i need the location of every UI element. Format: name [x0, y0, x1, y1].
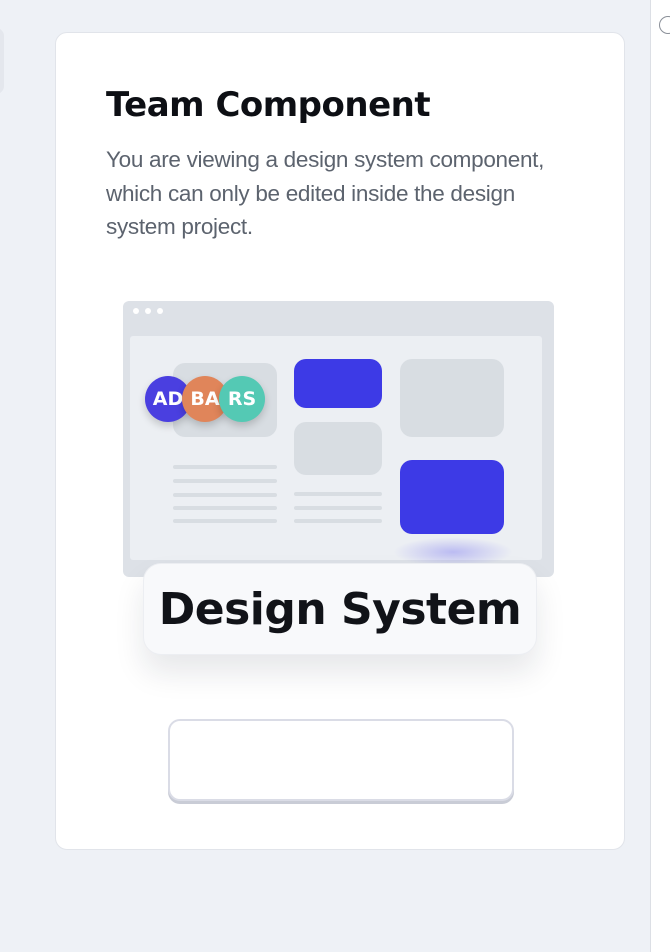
text-line-graphic: [294, 506, 382, 510]
avatar: RS: [219, 376, 265, 422]
text-line-graphic: [173, 506, 277, 510]
window-dot: [157, 308, 163, 314]
window-dot: [133, 308, 139, 314]
text-line-graphic: [173, 479, 277, 483]
browser-viewport-graphic: [130, 336, 542, 560]
dialog-title: Team Component: [106, 85, 431, 125]
browser-window-graphic: [123, 301, 554, 577]
highlight-block: [294, 359, 382, 408]
side-panel: [650, 0, 670, 952]
design-system-illustration: AD BA RS Design System: [123, 301, 555, 655]
team-component-dialog: Team Component You are viewing a design …: [55, 32, 625, 850]
design-system-label: Design System: [143, 563, 537, 655]
window-dot: [145, 308, 151, 314]
background-panel-edge: [0, 28, 4, 94]
placeholder-block: [294, 422, 382, 475]
radio-button[interactable]: [659, 16, 670, 34]
highlight-block: [400, 460, 504, 534]
text-line-graphic: [294, 492, 382, 496]
text-line-graphic: [173, 465, 277, 469]
text-line-graphic: [173, 519, 277, 523]
action-button[interactable]: [168, 719, 514, 801]
text-line-graphic: [294, 519, 382, 523]
placeholder-block: [400, 359, 504, 437]
text-line-graphic: [173, 493, 277, 497]
dialog-description: You are viewing a design system componen…: [106, 147, 545, 239]
